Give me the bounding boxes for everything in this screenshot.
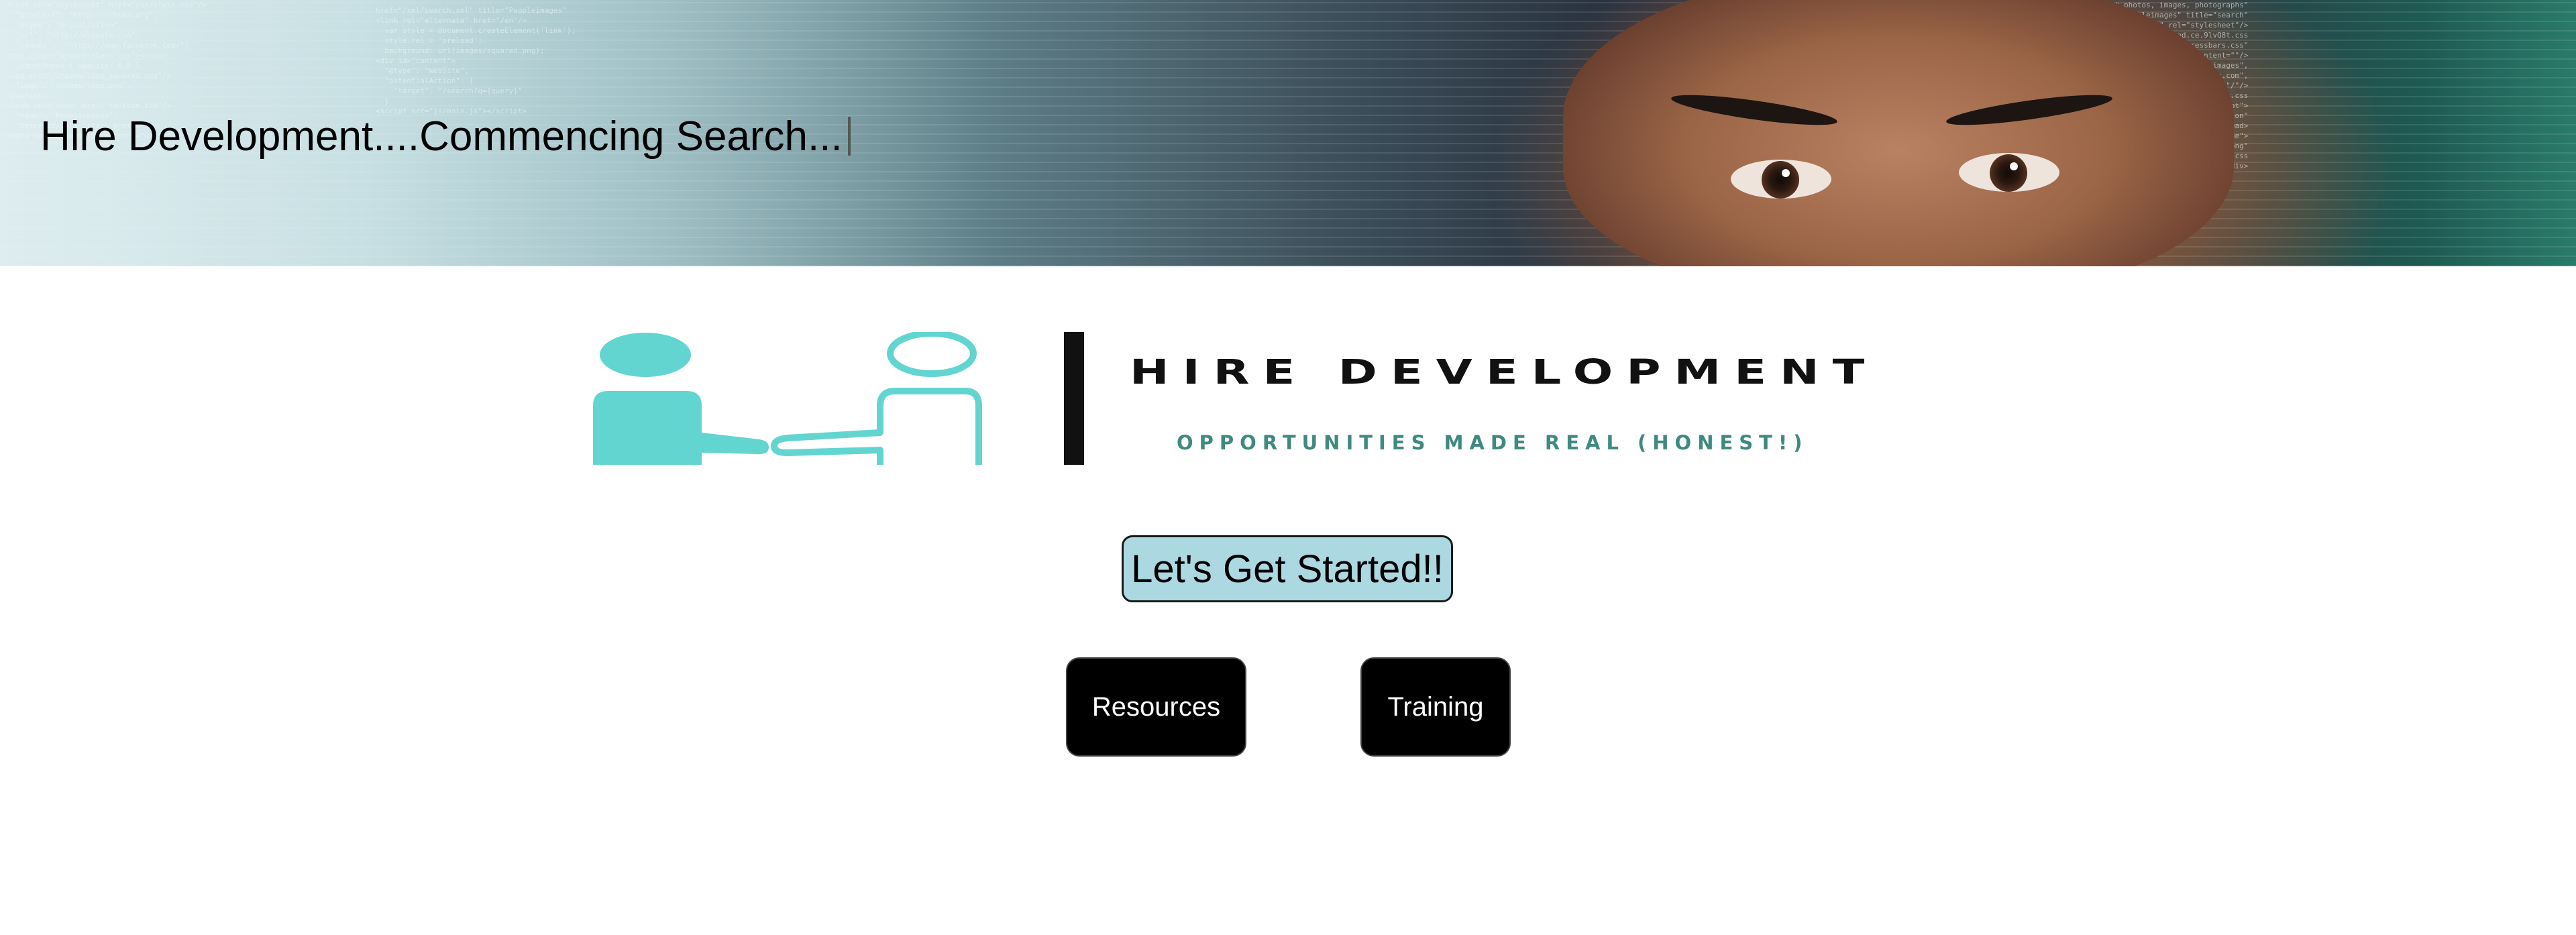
left-eye bbox=[1731, 160, 1831, 199]
get-started-button[interactable]: Let's Get Started!! bbox=[1122, 535, 1453, 602]
right-eye bbox=[1959, 153, 2059, 192]
face-photo bbox=[1563, 0, 2234, 266]
logo-divider bbox=[1064, 332, 1084, 465]
typing-caret bbox=[847, 117, 851, 156]
hero-typed-heading: Hire Development....Commencing Search... bbox=[40, 113, 851, 160]
training-button[interactable]: Training bbox=[1360, 657, 1511, 757]
hero-banner: <link rel="stylesheet" href="css/style.c… bbox=[0, 0, 2576, 266]
resources-button[interactable]: Resources bbox=[1066, 657, 1246, 757]
page: <link rel="stylesheet" href="css/style.c… bbox=[0, 0, 2576, 935]
brand-logo: HIRE DEVELOPMENT OPPORTUNITIES MADE REAL… bbox=[593, 332, 1935, 466]
logo-title: HIRE DEVELOPMENT bbox=[1130, 352, 1878, 392]
hero-typed-text: Hire Development....Commencing Search... bbox=[40, 113, 843, 160]
logo-tagline: OPPORTUNITIES MADE REAL (HONEST!) bbox=[1177, 431, 1809, 454]
handshake-icon bbox=[593, 332, 982, 465]
